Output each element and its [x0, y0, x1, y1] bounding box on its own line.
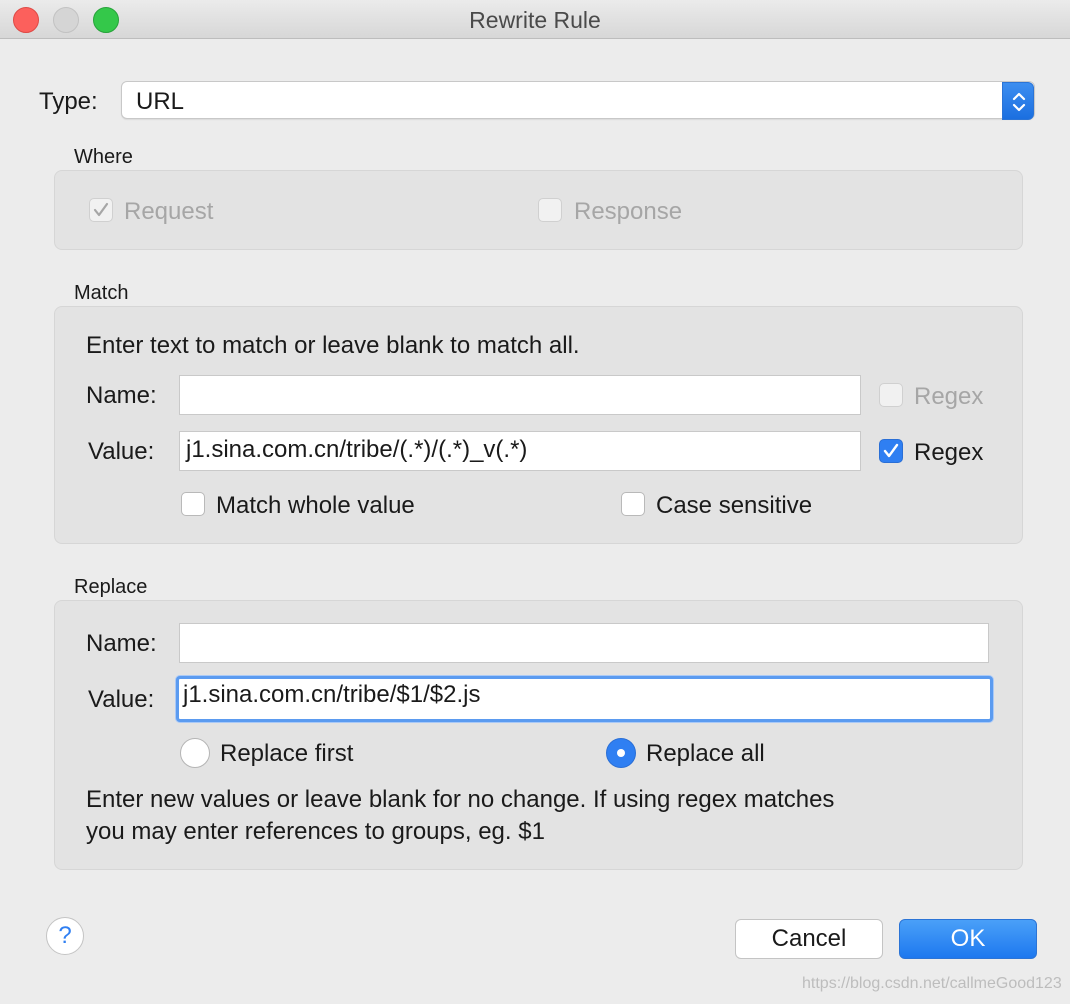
replace-name-label: Name:: [86, 630, 157, 657]
replace-help-text-line1: Enter new values or leave blank for no c…: [86, 786, 835, 813]
replace-first-label: Replace first: [220, 740, 354, 767]
case-sensitive-checkbox[interactable]: [621, 492, 645, 516]
title-bar: Rewrite Rule: [0, 0, 1070, 39]
type-label: Type:: [39, 88, 98, 115]
ok-button[interactable]: OK: [899, 919, 1037, 959]
checkmark-icon: [883, 443, 899, 458]
match-value-label: Value:: [88, 438, 155, 465]
where-section-title: Where: [74, 146, 133, 168]
replace-all-radio[interactable]: [606, 738, 636, 768]
replace-section-title: Replace: [74, 576, 148, 598]
replace-name-input[interactable]: [179, 623, 989, 663]
help-button[interactable]: ?: [46, 917, 84, 955]
match-name-regex-checkbox[interactable]: [879, 383, 903, 407]
watermark-text: https://blog.csdn.net/callmeGood123: [802, 975, 1062, 992]
replace-value-input[interactable]: j1.sina.com.cn/tribe/$1/$2.js: [176, 676, 993, 722]
request-label: Request: [124, 198, 214, 225]
replace-value-label: Value:: [88, 686, 155, 713]
request-checkbox[interactable]: [89, 198, 113, 222]
match-value-input[interactable]: j1.sina.com.cn/tribe/(.*)/(.*)_v(.*): [179, 431, 861, 471]
type-select[interactable]: URL: [121, 81, 1035, 120]
case-sensitive-label: Case sensitive: [656, 492, 813, 519]
replace-all-label: Replace all: [646, 740, 765, 767]
match-instructions: Enter text to match or leave blank to ma…: [86, 332, 580, 359]
match-name-input[interactable]: [179, 375, 861, 415]
match-value-regex-label: Regex: [914, 439, 984, 466]
match-value-regex-checkbox[interactable]: [879, 439, 903, 463]
match-section-title: Match: [74, 282, 129, 304]
cancel-button[interactable]: Cancel: [735, 919, 883, 959]
window-title: Rewrite Rule: [469, 7, 601, 33]
type-select-value: URL: [136, 88, 185, 115]
response-label: Response: [574, 198, 683, 225]
select-stepper-icon: [1002, 82, 1034, 120]
match-name-label: Name:: [86, 382, 157, 409]
match-name-regex-label: Regex: [914, 383, 984, 410]
match-whole-value-checkbox[interactable]: [181, 492, 205, 516]
match-whole-value-label: Match whole value: [216, 492, 415, 519]
replace-first-radio[interactable]: [180, 738, 210, 768]
checkmark-icon: [93, 202, 109, 217]
replace-help-text-line2: you may enter references to groups, eg. …: [86, 818, 545, 845]
response-checkbox[interactable]: [538, 198, 562, 222]
